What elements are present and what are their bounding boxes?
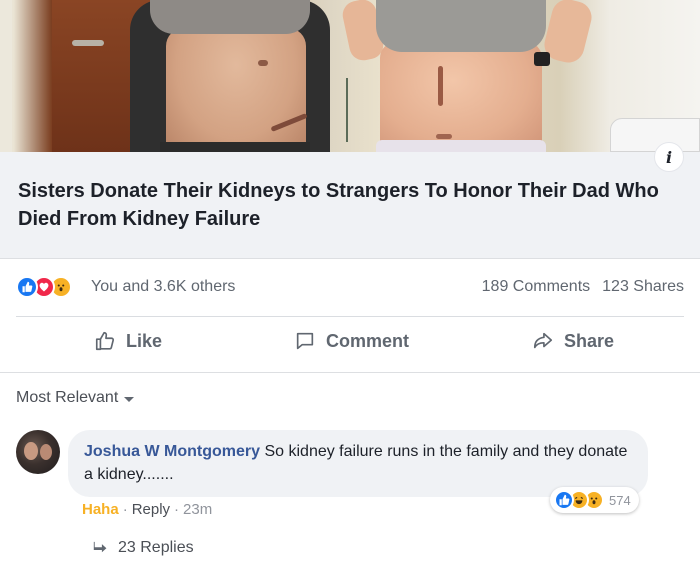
share-arrow-icon [533,332,553,349]
comment-label: Comment [326,330,410,351]
separator-dot: · [122,501,128,518]
comments-sort-dropdown[interactable]: Most Relevant [16,389,135,407]
like-reaction-icon [554,490,574,510]
reactions-summary[interactable]: You and 3.6K others [91,278,235,296]
scar [436,134,452,139]
sink [610,118,700,152]
haha-reaction-link[interactable]: Haha [82,501,119,518]
watch [534,52,550,66]
scar [258,60,268,66]
info-icon[interactable]: i [654,142,684,172]
person-left-pants [160,142,310,152]
comment-author[interactable]: Joshua W Montgomery [84,443,260,460]
reaction-icons[interactable] [16,276,72,298]
replies-count: 23 Replies [118,539,194,556]
comment-icon [296,332,314,350]
avatar-face [40,444,52,460]
comment-timestamp[interactable]: 23m [183,501,212,518]
reply-button[interactable]: Reply [132,501,170,518]
door-handle [72,40,104,46]
door-frame [0,0,12,152]
person-right-torso [380,42,542,152]
scar [438,66,443,106]
divider [16,316,684,317]
view-replies-link[interactable]: 23 Replies [92,539,194,557]
share-button[interactable]: Share [532,330,614,352]
post-counts: 189 Comments 123 Shares [482,278,684,296]
comments-sort-label: Most Relevant [16,389,119,406]
link-title[interactable]: Sisters Donate Their Kidneys to Stranger… [18,177,694,233]
divider [0,372,700,373]
avatar-face [24,442,38,460]
reply-arrow-icon [93,541,107,553]
person-right-pants [376,140,546,152]
share-label: Share [564,330,615,351]
comment-meta: Haha · Reply · 23m [82,501,212,518]
comment-button[interactable]: Comment [294,330,409,352]
comment-reaction-count: 574 [609,492,631,508]
article-image[interactable] [0,0,700,152]
caret-down-icon [124,396,135,402]
cord [346,78,348,142]
comment-reactions[interactable]: 574 [550,487,639,513]
avatar[interactable] [16,430,60,474]
comments-count[interactable]: 189 Comments [482,278,591,296]
like-label: Like [126,330,163,351]
thumbs-up-icon [95,331,115,351]
like-button[interactable]: Like [94,330,162,352]
shares-count[interactable]: 123 Shares [602,278,684,296]
person-left-torso [166,28,306,152]
person-right-shirt [376,0,546,52]
person-left-shirt [150,0,310,34]
like-reaction-icon [16,276,38,298]
separator-dot: · [174,501,180,518]
